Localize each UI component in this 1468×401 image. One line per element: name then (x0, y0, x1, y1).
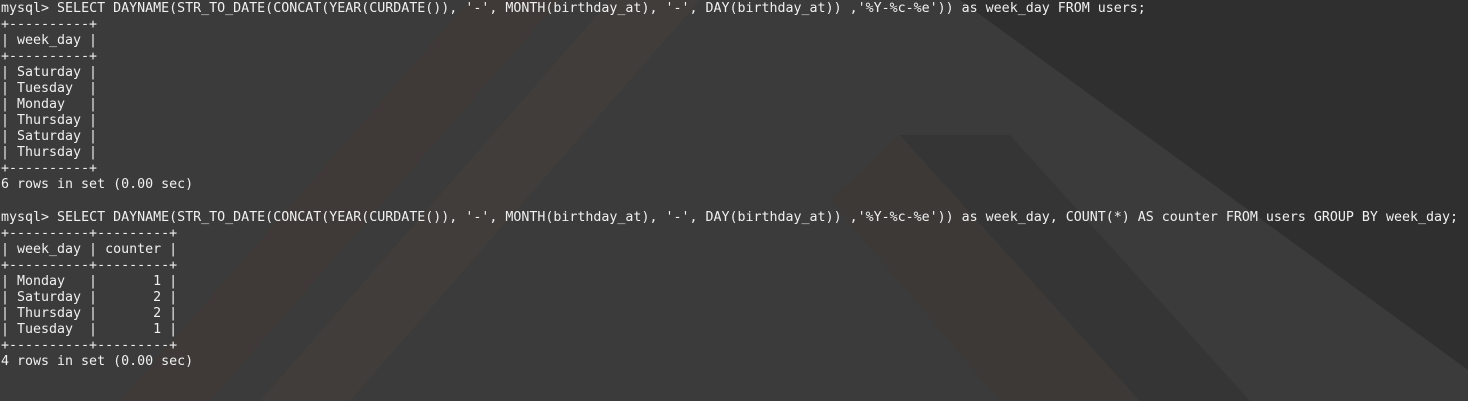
mysql-prompt: mysql> (1, 210, 58, 225)
table-row: | Monday | (1, 97, 98, 112)
table-border: +----------+---------+ (1, 338, 178, 353)
command-line-1: mysql> SELECT DAYNAME(STR_TO_DATE(CONCAT… (1, 0, 1468, 17)
table-row: | Thursday | (1, 113, 98, 128)
table-header: | week_day | (1, 33, 98, 48)
sql-command: SELECT DAYNAME(STR_TO_DATE(CONCAT(YEAR(C… (57, 1, 1146, 16)
table-row: | Monday | 1 | (1, 274, 178, 289)
terminal-output: mysql> SELECT DAYNAME(STR_TO_DATE(CONCAT… (0, 0, 1468, 401)
mysql-prompt: mysql> (1, 1, 58, 16)
table-row: | Saturday | (1, 129, 98, 144)
command-line-2: mysql> SELECT DAYNAME(STR_TO_DATE(CONCAT… (1, 209, 1468, 226)
table-border: +----------+ (1, 161, 98, 176)
table-row: | Thursday | 2 | (1, 306, 178, 321)
table-row: | Thursday | (1, 145, 98, 160)
table-border: +----------+ (1, 49, 98, 64)
table-border: +----------+ (1, 17, 98, 32)
table-border: +----------+---------+ (1, 226, 178, 241)
result-summary: 6 rows in set (0.00 sec) (1, 177, 194, 192)
table-row: | Saturday | 2 | (1, 290, 178, 305)
table-header: | week_day | counter | (1, 242, 178, 257)
sql-command: SELECT DAYNAME(STR_TO_DATE(CONCAT(YEAR(C… (57, 210, 1458, 225)
table-row: | Tuesday | (1, 81, 98, 96)
table-row: | Tuesday | 1 | (1, 322, 178, 337)
table-border: +----------+---------+ (1, 258, 178, 273)
table-row: | Saturday | (1, 65, 98, 80)
result-summary: 4 rows in set (0.00 sec) (1, 354, 194, 369)
